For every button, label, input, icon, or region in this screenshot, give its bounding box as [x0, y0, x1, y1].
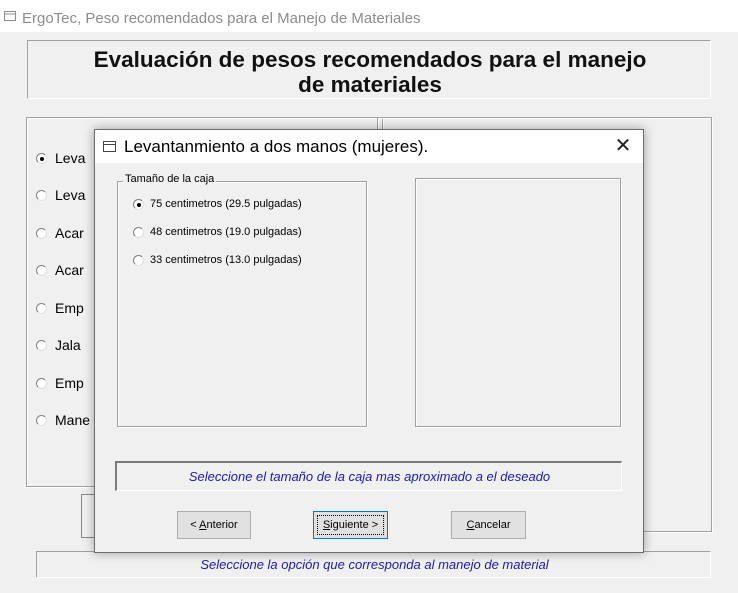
- main-window-title: ErgoTec, Peso recomendados para el Manej…: [22, 10, 421, 27]
- radio-icon[interactable]: [36, 190, 47, 201]
- cancel-button-label: ancelar: [474, 519, 511, 531]
- option-label: Leva: [55, 187, 86, 203]
- focus-ring: [317, 515, 384, 535]
- radio-icon[interactable]: [36, 153, 47, 164]
- close-icon[interactable]: ✕: [605, 132, 641, 160]
- size-option-label: 75 centimetros (29.5 pulgadas): [150, 198, 302, 210]
- radio-icon[interactable]: [36, 415, 47, 426]
- radio-icon[interactable]: [36, 340, 47, 351]
- back-button-prefix: <: [190, 519, 200, 531]
- radio-icon[interactable]: [36, 303, 47, 314]
- option-label: Mane: [55, 412, 91, 428]
- radio-icon[interactable]: [36, 378, 47, 389]
- size-option-label: 33 centimetros (13.0 pulgadas): [150, 254, 302, 266]
- box-size-groupbox: [117, 181, 367, 427]
- option-label: Acar: [55, 262, 84, 278]
- option-label: Acar: [55, 225, 84, 241]
- option-label: Jala: [55, 337, 81, 353]
- dialog-app-icon: [103, 141, 116, 152]
- main-title-bar[interactable]: ErgoTec, Peso recomendados para el Manej…: [0, 0, 738, 32]
- option-label: Emp: [55, 375, 84, 391]
- back-button-label: nterior: [206, 519, 238, 531]
- radio-icon[interactable]: [133, 227, 144, 238]
- radio-icon[interactable]: [133, 255, 144, 266]
- radio-icon[interactable]: [133, 199, 144, 210]
- page-title-line1: Evaluación de pesos recomendados para el…: [93, 47, 647, 72]
- cancel-button[interactable]: Cancelar: [451, 511, 526, 539]
- page-title-line2: de materiales: [298, 72, 442, 97]
- dialog-title: Levantanmiento a dos manos (mujeres).: [124, 137, 429, 156]
- page-title: Evaluación de pesos recomendados para el…: [28, 47, 712, 97]
- dialog-status-text: Seleccione el tamaño de la caja mas apro…: [188, 469, 551, 484]
- box-size-dialog: Levantanmiento a dos manos (mujeres). ✕ …: [94, 129, 644, 553]
- size-option-label: 48 centimetros (19.0 pulgadas): [150, 226, 302, 238]
- main-status-bar: Seleccione la opción que corresponda al …: [36, 551, 711, 578]
- radio-icon[interactable]: [36, 265, 47, 276]
- dialog-title-bar[interactable]: Levantanmiento a dos manos (mujeres). ✕: [95, 130, 643, 163]
- option-label: Leva: [55, 150, 86, 166]
- option-label: Emp: [55, 300, 84, 316]
- dialog-image-frame: [415, 178, 621, 427]
- back-button[interactable]: < Anterior: [177, 511, 251, 539]
- window-app-icon: [4, 11, 16, 21]
- heading-panel: Evaluación de pesos recomendados para el…: [27, 40, 711, 99]
- next-button[interactable]: Siguiente >: [313, 511, 388, 539]
- back-button-mnemonic: A: [199, 519, 207, 531]
- groupbox-label: Tamaño de la caja: [123, 173, 217, 185]
- main-status-text: Seleccione la opción que corresponda al …: [200, 557, 549, 572]
- radio-icon[interactable]: [36, 228, 47, 239]
- dialog-status-bar: Seleccione el tamaño de la caja mas apro…: [115, 461, 622, 491]
